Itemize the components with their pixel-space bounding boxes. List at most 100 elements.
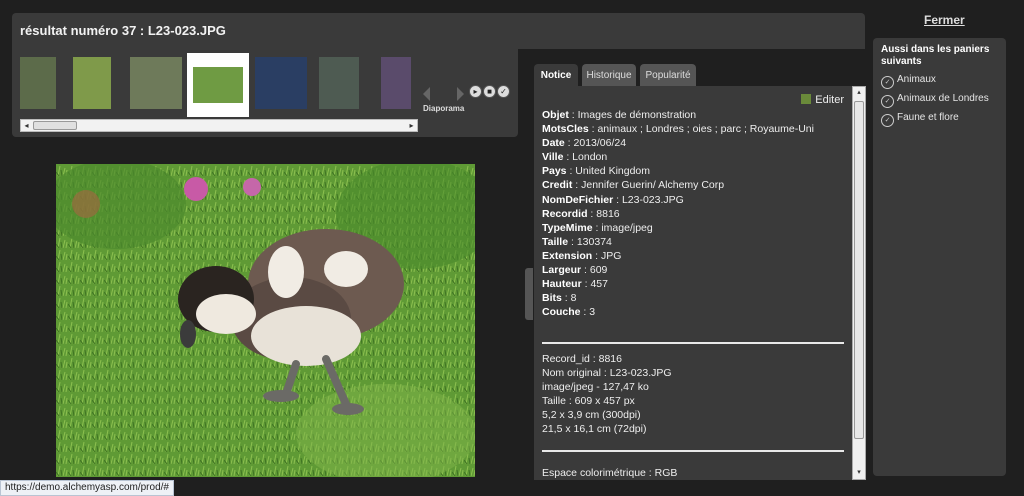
field-key: Date [542,137,565,150]
info-line: Record_id : 8816 [542,353,622,365]
technical-info: Record_id : 8816 Nom original : L23-023.J… [542,352,672,437]
panel-toggle-handle[interactable] [525,268,533,320]
thumb-7[interactable] [381,57,411,109]
baskets-panel: Aussi dans les paniers suivants ✓ Animaux… [873,38,1006,476]
field-value: image/jpeg [601,221,653,234]
field-row: Pays : United Kingdom [542,165,651,178]
field-value: 2013/06/24 [573,137,627,150]
field-key: NomDeFichier [542,193,614,206]
field-key: Recordid [542,207,588,220]
thumbnail-image [130,57,182,109]
info-line: Nom original : L23-023.JPG [542,367,672,380]
result-header: résultat numéro 37 : L23-023.JPG [12,13,865,49]
tab-historique[interactable]: Historique [582,64,636,86]
field-value: Images de démonstration [577,109,697,121]
field-key: Largeur [542,264,582,277]
info-line: image/jpeg - 127,47 ko [542,381,649,394]
thumbnail-strip: ▸ ■ ✓ Diaporama ◂ ▸ [12,49,518,137]
field-key: Pays [542,165,567,178]
play-icon[interactable]: ▸ [469,85,482,98]
basket-link[interactable]: ✓ Animaux [881,74,936,89]
basket-icon: ✓ [881,114,894,127]
basket-icon: ✓ [881,76,894,89]
thumb-5[interactable] [255,57,307,109]
notice-panel: Editer Objet : Images de démonstration Mo… [534,86,864,480]
scroll-down-icon[interactable]: ▾ [853,467,865,479]
next-arrow-icon[interactable] [457,87,464,101]
edit-icon [801,94,812,104]
field-row: TypeMime : image/jpeg [542,221,653,234]
field-row: Objet : Images de démonstration [542,109,697,121]
edit-label: Editer [815,94,844,106]
metadata-fields: Objet : Images de démonstration MotsCles … [542,108,842,319]
basket-label: Faune et flore [897,112,959,123]
field-row: Couche : 3 [542,306,596,319]
field-key: Hauteur [542,278,582,291]
thumb-3[interactable] [130,57,182,109]
info-line: 5,2 x 3,9 cm (300dpi) [542,409,641,422]
thumbnail-image [381,57,411,109]
field-key: Taille [542,235,569,248]
field-key: Extension [542,249,593,262]
prev-arrow-icon[interactable] [423,87,430,101]
field-value: JPG [600,249,622,262]
field-value: 8 [570,292,577,305]
field-row: NomDeFichier : L23-023.JPG [542,193,684,206]
field-value: 609 [589,264,608,277]
field-value: Jennifer Guerin/ Alchemy Corp [581,179,725,192]
field-value: 130374 [576,235,612,248]
thumb-1[interactable] [20,57,56,109]
field-key: Couche [542,306,581,319]
close-button[interactable]: Fermer [924,13,965,27]
result-title: résultat numéro 37 : L23-023.JPG [20,23,226,38]
field-row: Credit : Jennifer Guerin/ Alchemy Corp [542,179,725,192]
basket-icon[interactable]: ✓ [497,85,510,98]
field-row: Ville : London [542,151,608,164]
thumbnail-image [20,57,56,109]
field-key: MotsCles [542,123,589,136]
color-space: Espace colorimétrique : RGB [542,467,678,479]
scroll-right-icon[interactable]: ▸ [406,120,417,131]
field-value: 3 [589,306,596,319]
field-row: Date : 2013/06/24 [542,137,627,150]
thumb-6[interactable] [319,57,359,109]
scroll-left-icon[interactable]: ◂ [21,120,32,131]
divider [542,342,844,344]
tab-popularite[interactable]: Popularité [640,64,696,86]
field-value: L23-023.JPG [621,193,684,206]
info-line: Taille : 609 x 457 px [542,395,635,408]
thumbnail-scrollbar[interactable]: ◂ ▸ [20,119,418,132]
field-key: Ville [542,151,564,164]
thumb-4[interactable] [187,53,249,117]
thumbnail-image [73,57,111,109]
field-value: London [572,151,608,164]
field-row: Hauteur : 457 [542,278,608,291]
scroll-up-icon[interactable]: ▴ [853,87,865,99]
basket-link[interactable]: ✓ Animaux de Londres [881,93,989,108]
field-row: Bits : 8 [542,292,577,305]
basket-link[interactable]: ✓ Faune et flore [881,112,959,127]
field-key: Credit [542,179,573,192]
print-icon[interactable]: ■ [483,85,496,98]
thumb-2[interactable] [73,57,111,109]
field-row: Extension : JPG [542,249,622,262]
field-key: Objet [542,109,569,121]
field-value: United Kingdom [575,165,651,178]
basket-label: Animaux de Londres [897,93,989,104]
field-row: Largeur : 609 [542,264,608,277]
scroll-thumb[interactable] [854,101,864,439]
tab-notice[interactable]: Notice [534,64,578,86]
panel-scrollbar[interactable]: ▴ ▾ [852,86,866,480]
main-image [56,164,475,477]
baskets-heading: Aussi dans les paniers suivants [881,44,990,67]
field-row: Recordid : 8816 [542,207,620,220]
basket-icon: ✓ [881,95,894,108]
scroll-thumb[interactable] [33,121,77,130]
field-key: TypeMime [542,221,593,234]
basket-label: Animaux [897,74,936,85]
slideshow-label[interactable]: Diaporama [423,104,464,113]
edit-button[interactable]: Editer [801,94,844,106]
field-value: 8816 [596,207,620,220]
field-value: animaux ; Londres ; oies ; parc ; Royaum… [597,123,814,136]
thumbnail-image [319,57,359,109]
